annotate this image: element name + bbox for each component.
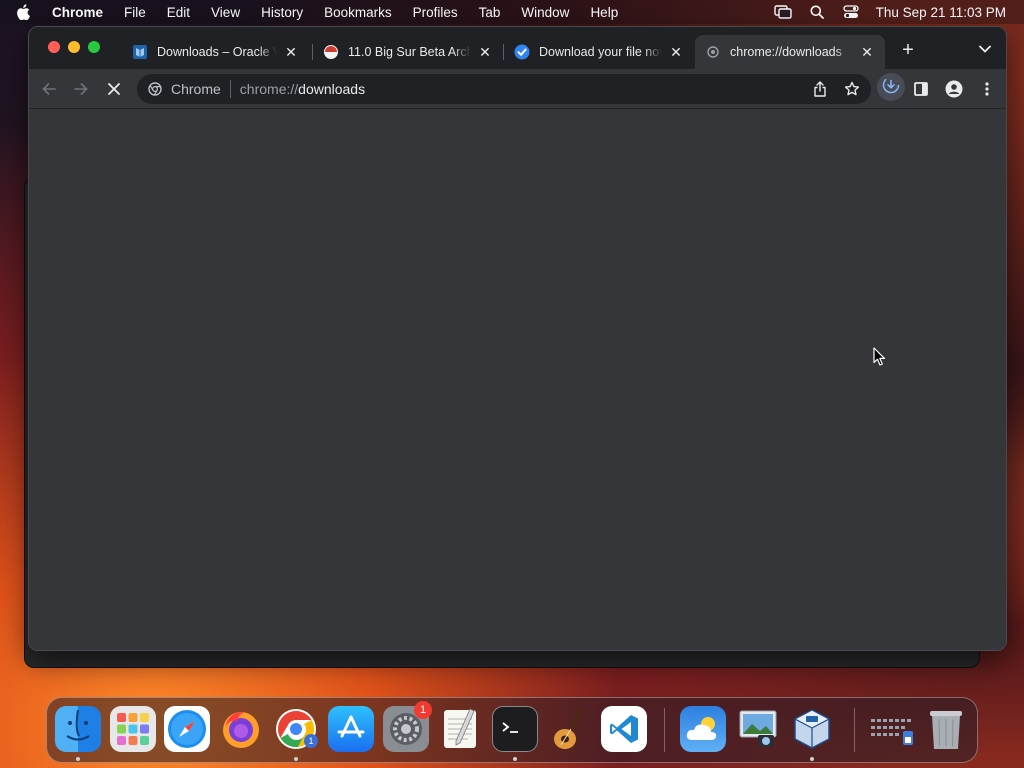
menu-history[interactable]: History — [261, 5, 303, 20]
back-button[interactable] — [37, 77, 61, 101]
menu-edit[interactable]: Edit — [167, 5, 190, 20]
share-icon[interactable] — [811, 80, 829, 98]
chrome-page-icon — [705, 44, 721, 60]
chrome-download-badge: 1 — [304, 734, 318, 748]
tab-strip: Downloads – Oracle VM VirtualBox ✕ 11.0 … — [29, 27, 1006, 69]
dock: 1 1 — [46, 697, 978, 763]
tab-chrome-downloads[interactable]: chrome://downloads ✕ — [695, 35, 885, 69]
window-close-button[interactable] — [48, 41, 60, 53]
menu-file[interactable]: File — [124, 5, 146, 20]
tab-title: Download your file now — [539, 45, 662, 59]
control-center-icon[interactable] — [834, 5, 868, 19]
dock-running-indicator — [294, 757, 298, 761]
dock-weather[interactable] — [680, 706, 726, 752]
tab-title: Downloads – Oracle VM VirtualBox — [157, 45, 277, 59]
url-text[interactable]: chrome://downloads — [240, 81, 365, 97]
menu-bar: Chrome File Edit View History Bookmarks … — [0, 0, 1024, 24]
chrome-logo-icon — [147, 81, 163, 97]
tab-download-your-file[interactable]: Download your file now ✕ — [504, 35, 694, 69]
dock-launchpad[interactable] — [110, 706, 156, 752]
tab-search-chevron-icon[interactable] — [977, 41, 993, 57]
close-icon[interactable]: ✕ — [668, 44, 684, 60]
menu-view[interactable]: View — [211, 5, 240, 20]
menu-bookmarks[interactable]: Bookmarks — [324, 5, 392, 20]
dock-separator — [664, 708, 665, 752]
menu-window[interactable]: Window — [521, 5, 569, 20]
page-content — [29, 110, 1006, 650]
chrome-window: Downloads – Oracle VM VirtualBox ✕ 11.0 … — [28, 26, 1007, 651]
blue-check-icon — [514, 44, 530, 60]
menu-app-name[interactable]: Chrome — [52, 5, 103, 20]
red-circle-icon — [323, 44, 339, 60]
dock-app-store[interactable] — [328, 706, 374, 752]
omnibox-actions — [811, 80, 861, 98]
status-area: Thu Sep 21 11:03 PM — [766, 0, 1006, 24]
dock-running-indicator — [513, 757, 517, 761]
tab-title: chrome://downloads — [730, 45, 842, 59]
apple-menu-icon[interactable] — [16, 4, 38, 20]
dock-terminal[interactable] — [492, 706, 538, 752]
dock-visual-studio-code[interactable] — [601, 706, 647, 752]
downloads-toolbar-button[interactable] — [877, 73, 905, 101]
dock-textedit[interactable] — [437, 706, 483, 752]
menu-help[interactable]: Help — [590, 5, 618, 20]
close-icon[interactable]: ✕ — [859, 44, 875, 60]
url-prefix: chrome:// — [239, 81, 299, 97]
stop-loading-button[interactable] — [102, 77, 126, 101]
tab-virtualbox-downloads[interactable]: Downloads – Oracle VM VirtualBox ✕ — [122, 35, 309, 69]
dock-downloads-stack[interactable] — [869, 706, 915, 752]
url-host: downloads — [298, 81, 366, 97]
dock-trash[interactable] — [923, 706, 969, 752]
profile-avatar[interactable] — [942, 77, 966, 101]
dock-firefox[interactable] — [218, 706, 264, 752]
download-progress-icon — [882, 76, 900, 99]
window-controls — [48, 41, 100, 53]
mouse-pointer-icon — [873, 347, 887, 367]
address-bar[interactable]: Chrome chrome://downloads — [137, 74, 871, 104]
tab-title: 11.0 Big Sur Beta Archive — [348, 45, 471, 59]
omnibox-divider — [229, 80, 231, 98]
side-panel-button[interactable] — [909, 77, 933, 101]
dock-running-indicator — [810, 757, 814, 761]
menu-profiles[interactable]: Profiles — [413, 5, 458, 20]
forward-button[interactable] — [69, 77, 93, 101]
menu-tab[interactable]: Tab — [479, 5, 501, 20]
dock-running-indicator — [76, 757, 80, 761]
window-zoom-button[interactable] — [88, 41, 100, 53]
dock-garageband[interactable] — [546, 706, 592, 752]
settings-update-badge: 1 — [414, 701, 432, 719]
new-tab-button[interactable]: + — [899, 40, 917, 60]
dock-safari[interactable] — [164, 706, 210, 752]
window-minimize-button[interactable] — [68, 41, 80, 53]
dock-preview[interactable] — [735, 706, 781, 752]
spotlight-search-icon[interactable] — [800, 5, 834, 19]
close-icon[interactable]: ✕ — [477, 44, 493, 60]
dock-finder[interactable] — [55, 706, 101, 752]
bookmark-star-icon[interactable] — [843, 80, 861, 98]
chrome-menu-kebab-icon[interactable] — [975, 77, 999, 101]
browser-toolbar: Chrome chrome://downloads — [29, 69, 1006, 109]
omnibox-chip-label: Chrome — [171, 81, 221, 97]
menubar-clock[interactable]: Thu Sep 21 11:03 PM — [876, 5, 1006, 20]
dock-separator — [854, 708, 855, 752]
screen-mirroring-icon[interactable] — [766, 5, 800, 19]
tab-big-sur-archive[interactable]: 11.0 Big Sur Beta Archive ✕ — [313, 35, 503, 69]
virtualbox-icon — [132, 44, 148, 60]
dock-virtualbox[interactable] — [789, 706, 835, 752]
close-icon[interactable]: ✕ — [283, 44, 299, 60]
